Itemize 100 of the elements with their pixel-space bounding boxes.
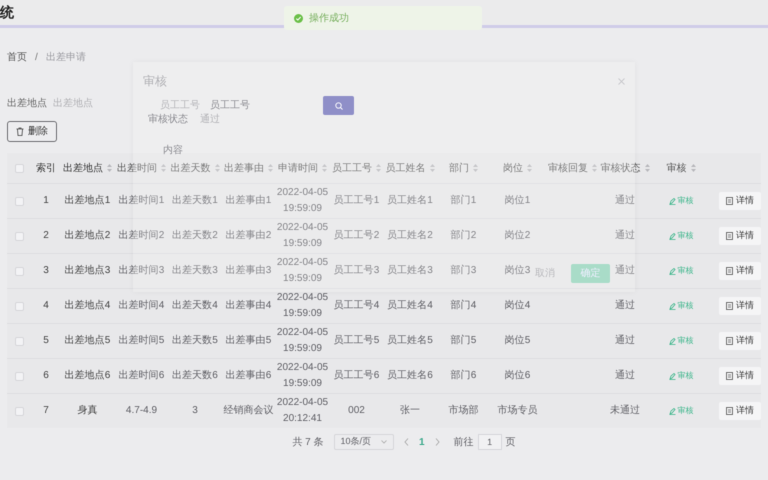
document-icon <box>726 337 733 345</box>
table-cell-text: 出差地点5 <box>64 334 110 348</box>
search-icon <box>334 102 342 110</box>
column-header: 部门 <box>449 162 469 176</box>
table-cell-text: 出差事由1 <box>226 194 272 208</box>
table-cell-text: 3 <box>192 404 198 418</box>
table-cell-text: 部门6 <box>450 368 476 383</box>
page-size-select[interactable]: 10条/页 <box>334 434 394 450</box>
document-icon <box>726 267 733 275</box>
detail-button[interactable]: 详情 <box>719 332 761 350</box>
table-cell-text: 出差事由4 <box>226 298 272 313</box>
app-title: 统 <box>0 3 14 22</box>
sort-icon[interactable] <box>376 164 381 172</box>
table-cell-text: 4.7-4.9 <box>126 404 158 418</box>
detail-button[interactable]: 详情 <box>719 297 761 315</box>
detail-button[interactable]: 详情 <box>719 262 761 280</box>
table-cell-text: 1 <box>43 194 49 208</box>
table-cell-text: 部门2 <box>450 228 476 243</box>
table-cell-text: 未通过 <box>610 404 640 418</box>
employee-id-input[interactable]: 员工工号 <box>210 98 310 114</box>
table-cell-text: 部门3 <box>450 264 476 278</box>
edit-icon <box>668 198 676 204</box>
table-cell-text: 员工姓名2 <box>387 229 433 243</box>
table-cell-text: 出差地点1 <box>64 194 110 208</box>
document-icon <box>726 197 733 205</box>
sort-icon[interactable] <box>644 164 650 172</box>
close-icon[interactable] <box>618 78 625 84</box>
table-cell-text: 经销商会议 <box>224 404 274 418</box>
table-cell-text: 2022-04-05 19:59:09 <box>276 256 328 286</box>
detail-button[interactable]: 详情 <box>719 402 761 420</box>
sort-icon[interactable] <box>161 164 166 172</box>
sort-icon[interactable] <box>527 164 532 172</box>
column-header: 出差时间 <box>117 162 157 176</box>
table-cell-text: 员工工号4 <box>334 299 380 313</box>
table-cell-text: 员工姓名5 <box>387 334 433 348</box>
table-cell-text: 出差地点2 <box>64 228 110 243</box>
detail-button[interactable]: 详情 <box>719 367 761 385</box>
table-cell-text: 员工工号3 <box>334 264 380 278</box>
table-cell-text: 员工工号5 <box>334 334 380 348</box>
table-cell-text: 出差地点3 <box>64 264 110 278</box>
table-cell-text: 出差时间1 <box>118 194 164 208</box>
table-cell-text: 出差事由3 <box>226 264 272 278</box>
status-label: 审核状态 <box>148 112 188 127</box>
breadcrumb-link[interactable]: 首页 <box>7 50 27 65</box>
sort-icon[interactable] <box>322 164 327 172</box>
table-cell-text: 员工工号6 <box>334 369 380 383</box>
checkbox[interactable] <box>15 196 24 206</box>
table-cell-text: 张一 <box>400 404 420 418</box>
checkbox[interactable] <box>15 232 24 240</box>
checkbox[interactable] <box>15 406 24 416</box>
trash-icon <box>16 127 24 136</box>
sort-icon[interactable] <box>473 164 478 172</box>
table-cell-text: 2022-04-05 19:59:09 <box>276 361 328 391</box>
total-count: 共 7 条 <box>292 436 324 450</box>
detail-button[interactable]: 详情 <box>719 227 761 245</box>
sort-icon[interactable] <box>690 164 696 172</box>
goto-suffix: 页 <box>506 436 516 450</box>
table-cell-text: 7 <box>43 404 49 418</box>
table-cell-text: 部门4 <box>450 298 476 313</box>
table-cell-text: 2022-04-05 19:59:09 <box>276 186 328 216</box>
table-cell-text: 3 <box>43 264 49 278</box>
column-header: 索引 <box>36 162 56 176</box>
table-cell-text: 身真 <box>78 404 98 418</box>
column-header: 审核回复 <box>548 162 588 176</box>
table-cell-text: 出差时间6 <box>118 368 164 383</box>
document-icon <box>726 232 733 240</box>
dialog-title: 审核 <box>143 73 167 90</box>
column-header: 申请时间 <box>278 162 318 176</box>
column-header: 员工工号 <box>332 162 372 176</box>
checkbox[interactable] <box>15 164 24 172</box>
sort-icon[interactable] <box>430 164 434 172</box>
checkbox[interactable] <box>15 372 24 380</box>
content-label: 内容 <box>163 145 183 156</box>
sort-icon[interactable] <box>592 164 597 172</box>
table-cell-text: 员工工号1 <box>334 194 380 208</box>
detail-button[interactable]: 详情 <box>719 192 761 210</box>
checkbox[interactable] <box>15 336 24 346</box>
column-header: 审核 <box>666 162 686 176</box>
sort-icon[interactable] <box>214 164 220 172</box>
search-button[interactable] <box>323 96 354 115</box>
checkbox[interactable] <box>15 302 24 310</box>
table-cell-text: 出差地点6 <box>64 368 110 383</box>
edit-icon <box>668 338 676 344</box>
chevron-left-icon[interactable] <box>404 438 410 446</box>
sort-icon[interactable] <box>268 164 273 172</box>
check-circle-icon <box>294 14 303 22</box>
table-cell-text: 部门5 <box>450 334 476 348</box>
checkbox[interactable] <box>15 266 24 276</box>
document-icon <box>726 372 733 380</box>
table-cell-text: 员工姓名1 <box>387 194 433 208</box>
column-header: 岗位 <box>503 162 523 176</box>
table-cell-text: 6 <box>43 369 49 383</box>
table-cell-text: 出差天数5 <box>172 334 218 348</box>
delete-button[interactable]: 删除 <box>7 121 57 142</box>
sort-icon[interactable] <box>107 164 112 172</box>
breadcrumb-separator: / <box>35 51 38 65</box>
chevron-right-icon[interactable] <box>434 438 440 446</box>
goto-page-input[interactable]: 1 <box>478 434 502 450</box>
filter-input[interactable]: 出差地点 <box>53 96 133 111</box>
column-header: 出差事由 <box>224 162 264 176</box>
